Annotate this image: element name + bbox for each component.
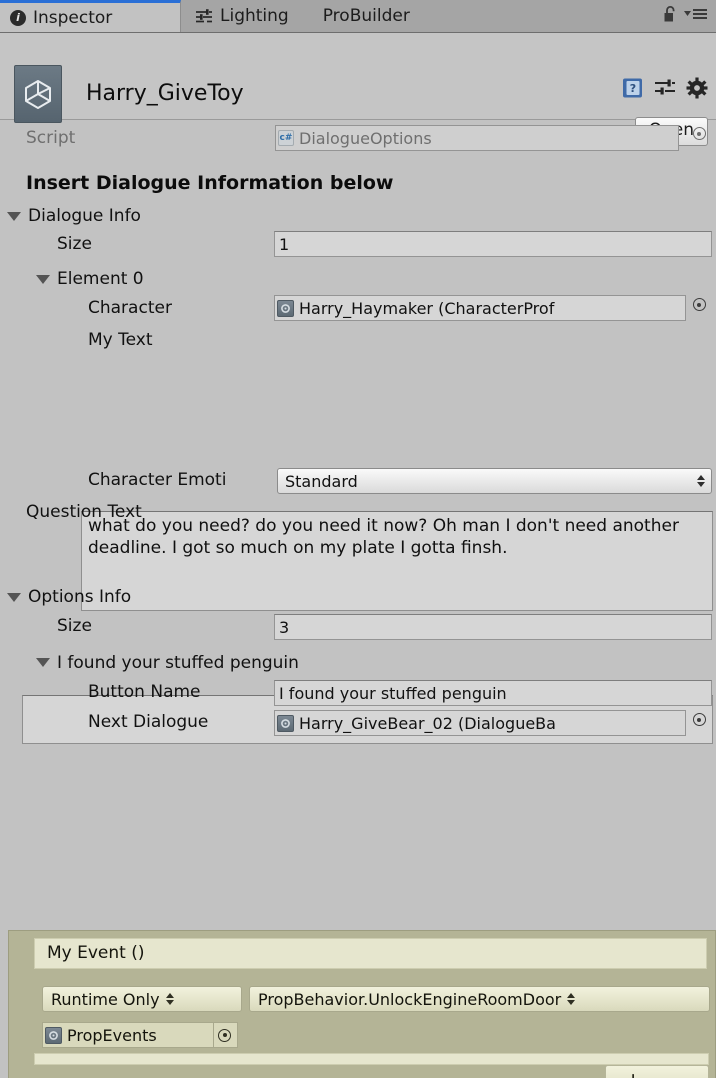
character-emotion-row: Character Emoti Standard [0, 466, 716, 496]
hamburger-menu-icon[interactable] [684, 6, 708, 26]
add-event-button[interactable]: + [625, 1068, 642, 1078]
event-function-dropdown[interactable]: PropBehavior.UnlockEngineRoomDoor [249, 986, 710, 1012]
event-target-object-value: PropEvents [67, 1025, 157, 1045]
object-header: Harry_GiveToy ? [0, 33, 716, 146]
element-0-label: Element 0 [57, 269, 144, 289]
dialogue-size-input[interactable]: 1 [274, 231, 712, 257]
inspector-window: i Inspector Lighting ProBuilder Harry_Gi… [0, 0, 716, 1078]
button-name-label: Button Name [88, 682, 201, 702]
chevron-updown-icon [565, 993, 577, 1005]
my-text-label: My Text [88, 330, 153, 350]
dialogue-size-row: Size 1 [0, 230, 716, 258]
character-object-field[interactable]: Harry_Haymaker (CharacterProf [274, 295, 686, 321]
inspector-body: Script c# DialogueOptions Insert Dialogu… [0, 122, 716, 1078]
script-row: Script c# DialogueOptions [0, 122, 716, 154]
section-title: Insert Dialogue Information below [26, 172, 394, 194]
character-value: Harry_Haymaker (CharacterProf [299, 298, 555, 318]
button-name-input[interactable]: I found your stuffed penguin [274, 680, 712, 706]
csharp-script-icon: c# [278, 130, 294, 146]
header-icon-group: ? [622, 77, 708, 103]
button-name-row: Button Name I found your stuffed penguin [0, 678, 716, 708]
lighting-sliders-icon [195, 8, 213, 24]
event-list-footer-bar [34, 1053, 709, 1065]
tab-bar-right-controls [663, 0, 716, 32]
element-0-foldout[interactable]: Element 0 [0, 264, 716, 294]
script-object-picker-icon [688, 127, 710, 140]
unity-logo-icon [14, 65, 62, 123]
event-add-remove-controls: + – [605, 1065, 709, 1078]
options-size-label: Size [57, 616, 92, 636]
script-field: c# DialogueOptions [275, 125, 679, 151]
next-dialogue-row: Next Dialogue Harry_GiveBear_02 (Dialogu… [0, 708, 716, 738]
options-size-row: Size 3 [0, 612, 716, 642]
scriptable-object-icon [277, 714, 294, 732]
character-label: Character [88, 298, 172, 318]
chevron-down-icon [7, 592, 21, 602]
chevron-updown-icon [695, 475, 707, 487]
next-dialogue-object-picker-icon[interactable] [688, 713, 710, 726]
options-info-label: Options Info [28, 587, 132, 607]
tab-probuilder[interactable]: ProBuilder [304, 0, 426, 32]
next-dialogue-label: Next Dialogue [88, 712, 209, 732]
tab-inspector[interactable]: i Inspector [0, 0, 181, 32]
scriptable-object-icon [277, 299, 294, 317]
dialogue-size-label: Size [57, 234, 92, 254]
gear-icon[interactable] [686, 77, 708, 103]
event-call-mode-value: Runtime Only [51, 989, 160, 1009]
remove-event-button[interactable]: – [679, 1068, 689, 1078]
question-text-label-row: Question Text [0, 500, 716, 526]
chevron-down-icon [7, 211, 21, 221]
script-label: Script [26, 128, 76, 148]
option-0-label: I found your stuffed penguin [57, 652, 299, 673]
character-object-picker-icon[interactable] [688, 298, 710, 311]
tab-inspector-label: Inspector [33, 7, 113, 28]
next-dialogue-value: Harry_GiveBear_02 (DialogueBa [299, 713, 556, 733]
next-dialogue-object-field[interactable]: Harry_GiveBear_02 (DialogueBa [274, 710, 686, 736]
event-target-object-picker-icon[interactable] [213, 1023, 235, 1047]
tab-probuilder-label: ProBuilder [322, 6, 410, 26]
chevron-down-icon [36, 274, 50, 284]
event-title: My Event () [34, 938, 707, 969]
script-value: DialogueOptions [299, 128, 432, 148]
character-emotion-label: Character Emoti [88, 470, 227, 490]
event-function-value: PropBehavior.UnlockEngineRoomDoor [258, 989, 562, 1009]
option-0-foldout[interactable]: I found your stuffed penguin [0, 647, 716, 678]
tab-lighting-label: Lighting [220, 6, 289, 26]
chevron-updown-icon [164, 993, 176, 1005]
question-text-label: Question Text [26, 502, 142, 522]
dialogue-info-label: Dialogue Info [28, 206, 141, 226]
event-call-mode-dropdown[interactable]: Runtime Only [42, 986, 242, 1012]
page-title: Harry_GiveToy [86, 81, 244, 106]
tab-bar: i Inspector Lighting ProBuilder [0, 0, 716, 33]
dialogue-info-foldout[interactable]: Dialogue Info [0, 202, 716, 230]
info-circle-icon: i [10, 9, 26, 26]
options-size-input[interactable]: 3 [274, 614, 712, 640]
padlock-unlocked-icon[interactable] [663, 5, 678, 27]
unity-event-panel: My Event () Runtime Only PropBehavior.Un… [8, 930, 716, 1078]
character-emotion-dropdown[interactable]: Standard [277, 468, 712, 494]
svg-text:?: ? [630, 82, 636, 95]
gameobject-icon [45, 1026, 62, 1044]
character-emotion-value: Standard [285, 471, 358, 491]
event-target-object-field[interactable]: PropEvents [42, 1022, 238, 1048]
help-book-icon[interactable]: ? [622, 77, 644, 103]
chevron-down-icon [36, 658, 50, 667]
tab-lighting[interactable]: Lighting [181, 0, 305, 32]
my-text-label-row: My Text [0, 328, 716, 354]
character-row: Character Harry_Haymaker (CharacterProf [0, 294, 716, 324]
options-info-foldout[interactable]: Options Info [0, 582, 716, 612]
preset-sliders-icon[interactable] [654, 78, 676, 102]
